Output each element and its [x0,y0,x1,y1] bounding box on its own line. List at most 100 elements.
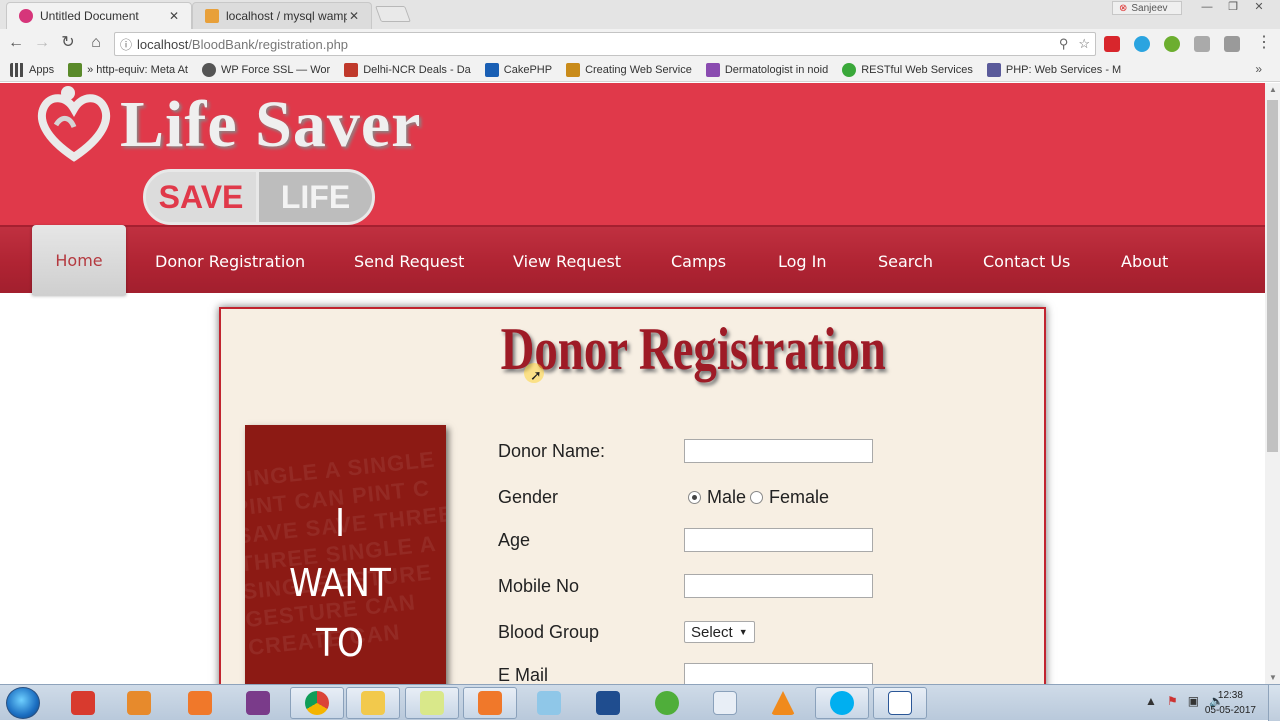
photoshop-icon [596,691,620,715]
minimize-icon[interactable]: — [1194,0,1220,16]
taskbar-photoshop[interactable] [581,687,635,719]
donor-name-input[interactable] [684,439,873,463]
tray-expand-icon[interactable]: ▲ [1145,694,1157,708]
nav-log-in[interactable]: Log In [778,227,827,295]
gender-male-label[interactable]: Male [707,487,746,508]
star-icon[interactable]: ☆ [1078,36,1090,51]
chrome-icon [305,691,329,715]
age-input[interactable] [684,528,873,552]
email-input[interactable] [684,663,873,684]
taskbar-app[interactable] [640,687,694,719]
nav-home[interactable]: Home [32,225,126,295]
back-icon[interactable]: ← [6,34,26,54]
taskbar-vlc[interactable] [756,687,810,719]
nav-send-request[interactable]: Send Request [354,227,464,295]
url-path: /BloodBank/registration.php [188,36,349,52]
taskbar-app[interactable] [698,687,752,719]
extension-icon[interactable] [1134,36,1150,52]
start-button[interactable] [6,687,40,719]
taskbar-winrar[interactable] [231,687,285,719]
forward-icon[interactable]: → [32,34,52,54]
scroll-thumb[interactable] [1267,100,1278,452]
bookmark-favicon-icon [68,62,83,77]
donation-poster: SINGLE A SINGLE PINT CAN PINT C SAVE SAV… [245,425,446,684]
cakephp-icon [484,62,499,77]
gender-label: Gender [498,487,559,507]
address-url[interactable]: localhost/BloodBank/registration.php [137,37,1054,52]
bookmark-label: Delhi-NCR Deals - Da [363,63,471,76]
form-row-gender: Gender Male Female [498,485,878,511]
profile-button[interactable]: ⊗ Sanjeev [1112,1,1182,15]
bookmark-item[interactable]: CakePHP [484,62,552,77]
bookmark-item[interactable]: Creating Web Service [566,62,692,77]
taskbar-explorer[interactable] [346,687,400,719]
bookmark-item[interactable]: Delhi-NCR Deals - Da [344,62,471,77]
bookmark-item[interactable]: PHP: Web Services - M [986,62,1122,77]
taskbar-shield-app[interactable] [56,687,110,719]
nav-about[interactable]: About [1121,227,1168,295]
new-tab-button[interactable] [375,6,411,22]
refresh-app-icon [655,691,679,715]
extension-icon[interactable] [1164,36,1180,52]
gender-female-radio[interactable] [750,491,764,504]
scroll-down-icon[interactable]: ▼ [1269,673,1277,682]
action-center-icon[interactable]: ⚑ [1167,694,1178,708]
page-viewport: Life Saver SAVE LIFE Home Donor Registra… [0,83,1265,684]
info-icon[interactable]: ⓘ [115,36,137,53]
close-window-icon[interactable]: ✕ [1246,0,1272,16]
reload-icon[interactable]: ↻ [58,34,78,54]
bookmark-label: Apps [29,63,55,76]
close-icon[interactable]: ✕ [347,9,361,23]
gender-female-label[interactable]: Female [769,487,829,508]
page-scrollbar[interactable]: ▲ ▼ [1265,83,1280,684]
mobile-label: Mobile No [498,576,580,596]
bookmark-item[interactable]: WP Force SSL — Wor [201,62,330,77]
blood-group-select[interactable]: Select ▼ [684,621,755,643]
my-extension-icon[interactable] [1104,36,1120,52]
close-icon[interactable]: ✕ [167,9,181,23]
mobile-input[interactable] [684,574,873,598]
menu-icon[interactable]: ⋮ [1254,34,1274,54]
scroll-up-icon[interactable]: ▲ [1269,85,1277,94]
tab-untitled-document[interactable]: Untitled Document ✕ [6,2,192,29]
browser-toolbar: ← → ↻ ⌂ ⓘ localhost/BloodBank/registrati… [0,29,1280,58]
taskbar-word-doc[interactable] [873,687,927,719]
tab-phpmyadmin[interactable]: localhost / mysql wamps ✕ [192,2,372,29]
bookmark-item[interactable]: » http-equiv: Meta At [68,62,188,77]
taskbar-app[interactable] [522,687,576,719]
show-desktop-button[interactable] [1268,685,1280,721]
address-bar[interactable]: ⓘ localhost/BloodBank/registration.php ⚲… [114,32,1096,56]
bookmark-item[interactable]: Dermatologist in noid [705,62,828,77]
m-icon [19,9,33,23]
extension-icon[interactable] [1194,36,1210,52]
taskbar-recorder[interactable] [463,687,517,719]
windows-taskbar: ▲ ⚑ ▣ 🔈 12:38 05-05-2017 [0,684,1280,721]
blood-group-value: Select [691,623,733,641]
archive-icon [246,691,270,715]
pma-icon [205,9,219,23]
nav-donor-registration[interactable]: Donor Registration [155,227,305,295]
extension-icon[interactable] [1224,36,1240,52]
taskbar-notepad[interactable] [405,687,459,719]
profile-name: Sanjeev [1131,2,1168,14]
restore-icon[interactable]: ❐ [1220,0,1246,16]
form-row-age: Age [498,528,878,554]
bookmark-label: PHP: Web Services - M [1005,63,1122,76]
zoom-icon[interactable]: ⚲ [1059,36,1069,51]
taskbar-skype[interactable] [815,687,869,719]
more-bookmarks-icon[interactable]: » [1255,62,1262,76]
taskbar-screenshot-app[interactable] [173,687,227,719]
nav-camps[interactable]: Camps [671,227,726,295]
bookmark-item[interactable]: RESTful Web Services [842,62,973,77]
taskbar-chrome[interactable] [290,687,344,719]
nav-search[interactable]: Search [878,227,933,295]
taskbar-media-player[interactable] [112,687,166,719]
nav-contact-us[interactable]: Contact Us [983,227,1070,295]
wordpress-icon [201,62,216,77]
gender-male-radio[interactable] [688,491,701,504]
bookmark-apps[interactable]: Apps [10,62,55,77]
nav-view-request[interactable]: View Request [513,227,621,295]
network-icon[interactable]: ▣ [1188,694,1199,708]
taskbar-clock[interactable]: 12:38 05-05-2017 [1205,688,1256,718]
home-icon[interactable]: ⌂ [86,34,106,54]
